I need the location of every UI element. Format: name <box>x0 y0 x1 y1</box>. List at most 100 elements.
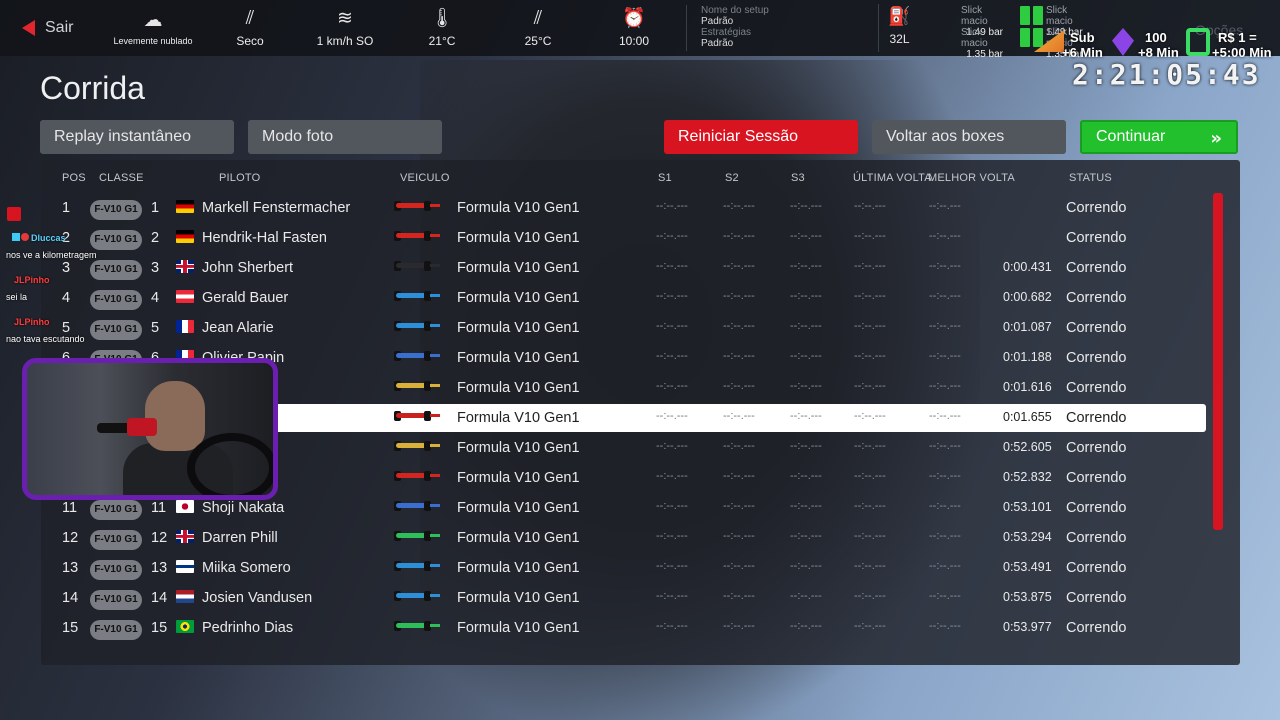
gap-time: 0:01.616 <box>1003 380 1052 394</box>
sector-1-time: --:--.--- <box>656 350 688 362</box>
gap-time: 0:00.682 <box>1003 290 1052 304</box>
gap-time: 0:52.832 <box>1003 470 1052 484</box>
flag-icon <box>176 200 194 213</box>
track-icon: ⫽ <box>245 7 255 29</box>
sector-1-time: --:--.--- <box>656 320 688 332</box>
flag-icon <box>176 320 194 333</box>
best-lap-time: --:--.--- <box>929 500 961 512</box>
car-icon <box>392 230 440 242</box>
driver-name: Hendrik-Hal Fasten <box>202 230 327 246</box>
chat-badge-icon <box>7 207 21 221</box>
vehicle-name: Formula V10 Gen1 <box>457 620 580 636</box>
car-icon <box>392 380 440 392</box>
table-row[interactable]: 2 F-V10 G1 2 Hendrik-Hal Fasten Formula V10 … <box>48 224 1206 252</box>
vehicle-name: Formula V10 Gen1 <box>457 260 580 276</box>
continue-button[interactable]: Continuar » <box>1080 120 1238 154</box>
back-to-pits-button[interactable]: Voltar aos boxes <box>872 120 1066 154</box>
car-number: 15 <box>151 620 168 636</box>
sub-label: Sub <box>1070 30 1095 45</box>
tyre-fr-label: Slick macio <box>1046 5 1073 27</box>
tyre-rl-status-icon <box>1020 28 1030 47</box>
sector-2-time: --:--.--- <box>723 290 755 302</box>
exit-button[interactable]: Sair <box>0 19 110 37</box>
table-row[interactable]: 15 F-V10 G1 15 Pedrinho Dias Formula V10 Gen… <box>48 614 1206 642</box>
sector-3-time: --:--.--- <box>790 470 822 482</box>
position-cell: 11 <box>62 500 78 516</box>
table-row[interactable]: 13 F-V10 G1 13 Miika Somero Formula V10 Gen1… <box>48 554 1206 582</box>
money-label: R$ 1 = <box>1218 30 1257 45</box>
table-scrollbar[interactable] <box>1213 193 1223 530</box>
class-badge: F-V10 G1 <box>90 620 142 640</box>
vehicle-name: Formula V10 Gen1 <box>457 560 580 576</box>
sector-3-time: --:--.--- <box>790 350 822 362</box>
sector-2-time: --:--.--- <box>723 620 755 632</box>
sector-1-time: --:--.--- <box>656 560 688 572</box>
instant-replay-button[interactable]: Replay instantâneo <box>40 120 234 154</box>
sector-3-time: --:--.--- <box>790 320 822 332</box>
table-row[interactable]: 1 F-V10 G1 1 Markell Fenstermacher Formula V… <box>48 194 1206 222</box>
track-temp-icon: ⫽ <box>533 7 543 29</box>
tyre-rl: Slick macio 1.35 bar <box>961 27 1003 60</box>
driver-name: Josien Vandusen <box>202 590 313 606</box>
class-badge: F-V10 G1 <box>90 590 142 610</box>
last-lap-time: --:--.--- <box>854 590 886 602</box>
fuel-gauge-icon: ⛽ <box>888 6 911 27</box>
table-row[interactable]: 12 F-V10 G1 12 Darren Phill Formula V10 Gen1… <box>48 524 1206 552</box>
weather-item: ⏰ 10:00 <box>608 0 660 56</box>
chat-message: Dluccas <box>12 233 212 243</box>
chat-user: Dluccas <box>31 233 66 243</box>
header-pos: POS <box>62 172 86 184</box>
last-lap-time: --:--.--- <box>854 410 886 422</box>
gap-time: 0:01.655 <box>1003 410 1052 424</box>
sector-3-time: --:--.--- <box>790 500 822 512</box>
table-row[interactable]: 14 F-V10 G1 14 Josien Vandusen Formula V10 G… <box>48 584 1206 612</box>
last-lap-time: --:--.--- <box>854 620 886 632</box>
car-icon <box>392 410 440 422</box>
weather-item: ≋ 1 km/h SO <box>303 0 387 56</box>
page-title: Corrida <box>40 70 145 106</box>
sector-3-time: --:--.--- <box>790 380 822 392</box>
status-cell: Correndo <box>1066 200 1127 216</box>
tyre-fr-status-icon <box>1033 6 1043 25</box>
weather-label: 21°C <box>428 34 456 48</box>
car-icon <box>392 350 440 362</box>
status-cell: Correndo <box>1066 500 1127 516</box>
status-cell: Correndo <box>1066 320 1127 336</box>
gap-time: 0:53.875 <box>1003 590 1052 604</box>
sector-3-time: --:--.--- <box>790 410 822 422</box>
best-lap-time: --:--.--- <box>929 410 961 422</box>
best-lap-time: --:--.--- <box>929 230 961 242</box>
sector-2-time: --:--.--- <box>723 470 755 482</box>
gap-time: 0:01.087 <box>1003 320 1052 334</box>
header-status: STATUS <box>1069 172 1112 184</box>
driver-name: Pedrinho Dias <box>202 620 294 636</box>
weather-label: Levemente nublado <box>113 36 193 46</box>
car-icon <box>392 590 440 602</box>
vehicle-name: Formula V10 Gen1 <box>457 590 580 606</box>
driver-name: Miika Somero <box>202 560 291 576</box>
header-s2: S2 <box>725 172 739 184</box>
sector-2-time: --:--.--- <box>723 410 755 422</box>
table-row[interactable]: 4 F-V10 G1 4 Gerald Bauer Formula V10 Gen1 --… <box>48 284 1206 312</box>
table-row[interactable]: 5 F-V10 G1 5 Jean Alarie Formula V10 Gen1 --:… <box>48 314 1206 342</box>
sector-1-time: --:--.--- <box>656 620 688 632</box>
sector-2-time: --:--.--- <box>723 530 755 542</box>
driver-name: Jean Alarie <box>202 320 274 336</box>
chat-user: JLPinho <box>14 317 50 327</box>
restart-session-button[interactable]: Reiniciar Sessão <box>664 120 858 154</box>
car-number: 1 <box>151 200 160 216</box>
weather-item: ⫽ 25°C <box>510 0 566 56</box>
table-row[interactable]: 3 F-V10 G1 3 John Sherbert Formula V10 Gen1 -… <box>48 254 1206 282</box>
best-lap-time: --:--.--- <box>929 560 961 572</box>
header-best-lap: MELHOR VOLTA <box>928 172 1015 184</box>
gap-time: 0:53.491 <box>1003 560 1052 574</box>
gap-time: 0:53.294 <box>1003 530 1052 544</box>
webcam-person-head <box>145 381 205 451</box>
sector-1-time: --:--.--- <box>656 290 688 302</box>
status-cell: Correndo <box>1066 230 1127 246</box>
last-lap-time: --:--.--- <box>854 350 886 362</box>
photo-mode-button[interactable]: Modo foto <box>248 120 442 154</box>
wind-icon: ≋ <box>337 7 353 29</box>
class-badge: F-V10 G1 <box>90 200 142 220</box>
best-lap-time: --:--.--- <box>929 350 961 362</box>
